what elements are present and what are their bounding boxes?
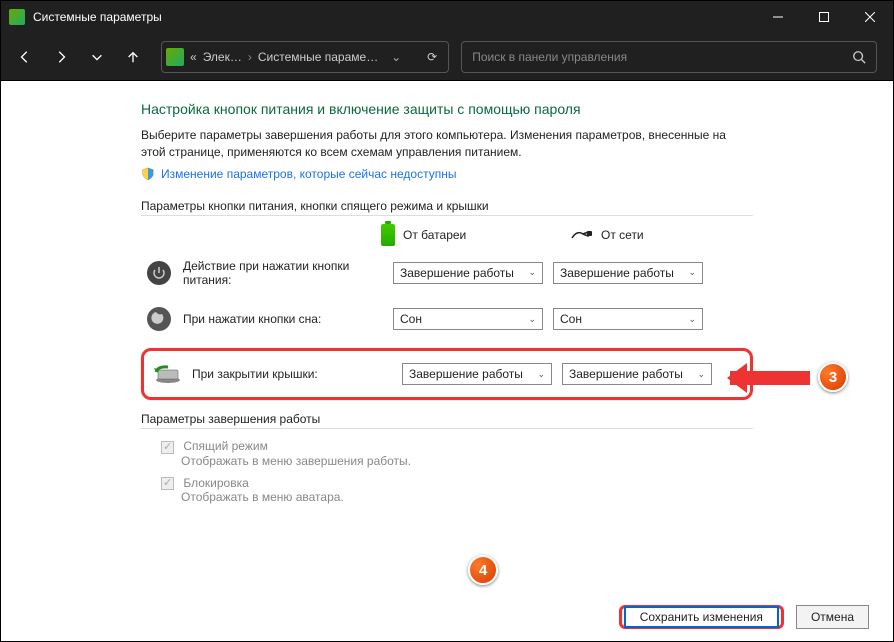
check-lock: Блокировка Отображать в меню аватара. <box>161 476 753 504</box>
lid-plugged-combo[interactable]: Завершение работы⌄ <box>562 363 712 385</box>
refresh-button[interactable]: ⟳ <box>420 50 444 64</box>
back-button[interactable] <box>9 41 41 73</box>
checkbox-lock <box>161 477 174 490</box>
change-unavailable-link[interactable]: Изменение параметров, которые сейчас нед… <box>141 167 753 181</box>
annotation-arrow-3 <box>730 371 810 385</box>
chevron-down-icon: ⌄ <box>528 314 536 325</box>
row-sleep-label: При нажатии кнопки сна: <box>183 312 383 326</box>
lid-icon <box>154 360 182 388</box>
minimize-button[interactable] <box>755 1 801 33</box>
shield-icon <box>141 167 155 181</box>
content-area: Настройка кнопок питания и включение защ… <box>1 81 893 641</box>
titlebar: Системные параметры <box>1 1 893 33</box>
intro-text: Выберите параметры завершения работы для… <box>141 127 753 161</box>
window-title: Системные параметры <box>33 10 162 24</box>
crumb-2[interactable]: Системные параме… <box>258 50 378 64</box>
column-headers: От батареи От сети <box>381 224 753 246</box>
maximize-button[interactable] <box>801 1 847 33</box>
chevron-down-icon: ⌄ <box>688 314 696 325</box>
window: Системные параметры « Элек… › Системные … <box>0 0 894 642</box>
power-plugged-combo[interactable]: Завершение работы⌄ <box>553 262 703 284</box>
bottom-bar: Сохранить изменения Отмена <box>619 605 869 629</box>
location-icon <box>166 48 184 66</box>
check-sleep: Спящий режим Отображать в меню завершени… <box>161 439 753 467</box>
battery-icon <box>381 224 395 246</box>
lid-battery-combo[interactable]: Завершение работы⌄ <box>402 363 552 385</box>
save-button[interactable]: Сохранить изменения <box>624 606 779 628</box>
sleep-plugged-combo[interactable]: Сон⌄ <box>553 308 703 330</box>
crumb-1[interactable]: Элек… <box>203 50 242 64</box>
row-power-label: Действие при нажатии кнопки питания: <box>183 259 383 288</box>
row-power-button: Действие при нажатии кнопки питания: Зав… <box>141 256 753 291</box>
close-button[interactable] <box>847 1 893 33</box>
up-button[interactable] <box>117 41 149 73</box>
forward-button[interactable] <box>45 41 77 73</box>
row-sleep-button: При нажатии кнопки сна: Сон⌄ Сон⌄ <box>141 302 753 336</box>
search-icon <box>852 50 866 64</box>
col-battery: От батареи <box>381 224 531 246</box>
app-icon <box>9 9 25 25</box>
section-shutdown: Параметры завершения работы <box>141 412 753 429</box>
chevron-right-icon: › <box>248 50 252 64</box>
row-lid-label: При закрытии крышки: <box>192 367 392 381</box>
checkbox-sleep <box>161 441 174 454</box>
power-battery-combo[interactable]: Завершение работы⌄ <box>393 262 543 284</box>
sleep-button-icon <box>145 305 173 333</box>
section-power-buttons: Параметры кнопки питания, кнопки спящего… <box>141 199 753 216</box>
col-plugged: От сети <box>571 228 721 242</box>
sleep-battery-combo[interactable]: Сон⌄ <box>393 308 543 330</box>
highlight-lid-row: При закрытии крышки: Завершение работы⌄ … <box>141 348 753 400</box>
page-heading: Настройка кнопок питания и включение защ… <box>141 101 753 117</box>
save-button-highlight: Сохранить изменения <box>619 605 784 629</box>
power-button-icon <box>145 259 173 287</box>
cancel-button[interactable]: Отмена <box>796 605 869 629</box>
address-bar[interactable]: « Элек… › Системные параме… ⌄ ⟳ <box>161 41 449 73</box>
chevron-down-icon: ⌄ <box>537 369 545 380</box>
search-placeholder: Поиск в панели управления <box>472 50 852 64</box>
search-box[interactable]: Поиск в панели управления <box>461 41 877 73</box>
annotation-badge-4: 4 <box>468 555 498 585</box>
navbar: « Элек… › Системные параме… ⌄ ⟳ Поиск в … <box>1 33 893 81</box>
change-link-text: Изменение параметров, которые сейчас нед… <box>161 167 457 181</box>
address-dropdown[interactable]: ⌄ <box>384 50 408 64</box>
chevron-down-icon: ⌄ <box>688 267 696 278</box>
annotation-badge-3: 3 <box>818 362 848 392</box>
plug-icon <box>571 228 593 242</box>
recent-button[interactable] <box>81 41 113 73</box>
chevron-down-icon: ⌄ <box>697 369 705 380</box>
row-lid-close: При закрытии крышки: Завершение работы⌄ … <box>150 357 744 391</box>
chevron-down-icon: ⌄ <box>528 267 536 278</box>
